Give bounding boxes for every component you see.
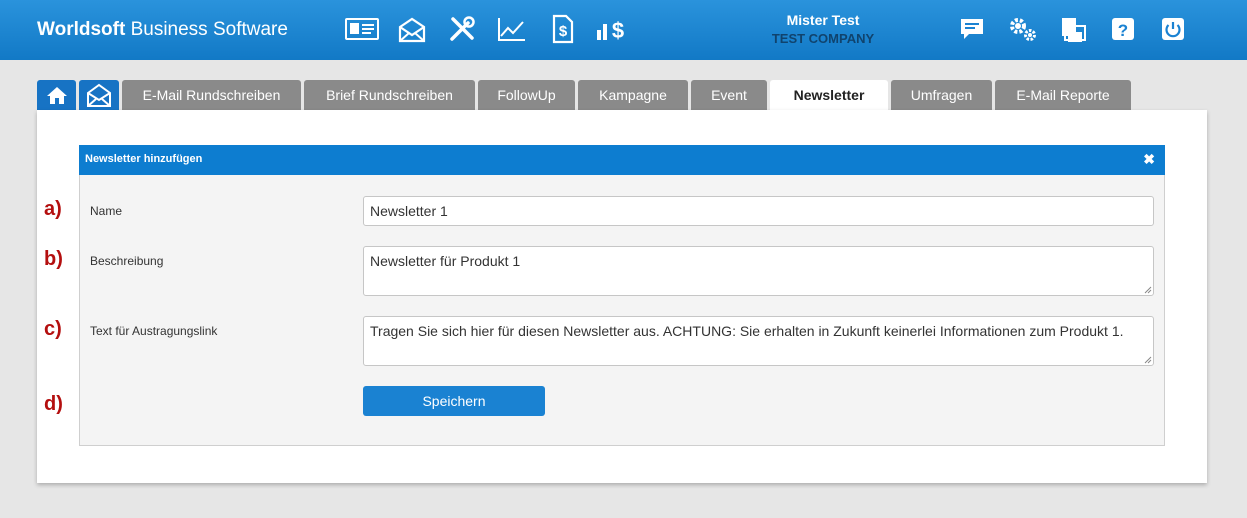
chart-icon[interactable]	[495, 14, 529, 44]
company-name: TEST COMPANY	[771, 31, 875, 46]
marker-a: a)	[44, 198, 62, 220]
save-button[interactable]: Speichern	[363, 386, 545, 416]
tab-event[interactable]: Event	[691, 80, 767, 110]
tab-mail[interactable]	[79, 80, 119, 110]
close-icon[interactable]: ✖	[1143, 151, 1155, 168]
app-brand: Worldsoft Business Software	[37, 19, 288, 41]
tab-umfragen[interactable]: Umfragen	[891, 80, 992, 110]
tab-kampagne[interactable]: Kampagne	[578, 80, 688, 110]
marker-d: d)	[44, 393, 63, 415]
brand-rest: Business Software	[125, 19, 288, 40]
user-name: Mister Test	[786, 12, 860, 28]
description-field[interactable]: Newsletter für Produkt 1	[363, 246, 1154, 296]
tab-newsletter[interactable]: Newsletter	[770, 80, 888, 110]
power-icon[interactable]	[1156, 14, 1190, 44]
messages-icon[interactable]	[955, 14, 989, 44]
user-info: Mister Test TEST COMPANY	[740, 12, 906, 46]
tab-email-reporte[interactable]: E-Mail Reporte	[995, 80, 1131, 110]
tools-icon[interactable]	[445, 14, 479, 44]
unsubscribe-text-field[interactable]: Tragen Sie sich hier für diesen Newslett…	[363, 316, 1154, 366]
dialog-header: Newsletter hinzufügen ✖	[79, 145, 1165, 175]
help-icon[interactable]: ?	[1106, 14, 1140, 44]
tab-bar: E-Mail Rundschreiben Brief Rundschreiben…	[0, 80, 1247, 110]
name-field[interactable]	[363, 196, 1154, 226]
contact-card-icon[interactable]	[345, 14, 379, 44]
unsubscribe-text-label: Text für Austragungslink	[90, 324, 218, 338]
top-bar: Worldsoft Business Software $ $ Mister T…	[0, 0, 1247, 60]
mail-icon	[87, 83, 111, 107]
invoice-icon[interactable]: $	[545, 14, 579, 44]
tab-followup[interactable]: FollowUp	[478, 80, 575, 110]
tab-home[interactable]	[37, 80, 76, 110]
home-icon	[46, 87, 67, 104]
marker-c: c)	[44, 318, 62, 340]
svg-text:$: $	[559, 23, 568, 40]
svg-text:$: $	[612, 18, 624, 42]
svg-text:?: ?	[1118, 21, 1128, 40]
marker-b: b)	[44, 248, 63, 270]
printer-icon[interactable]	[1056, 14, 1090, 44]
name-label: Name	[90, 204, 123, 218]
tab-brief-rundschreiben[interactable]: Brief Rundschreiben	[304, 80, 475, 110]
tab-email-rundschreiben[interactable]: E-Mail Rundschreiben	[122, 80, 301, 110]
description-label: Beschreibung	[90, 254, 164, 268]
brand-bold: Worldsoft	[37, 19, 126, 40]
mail-settings-icon[interactable]	[395, 14, 429, 44]
settings-icon[interactable]	[1006, 14, 1040, 44]
finance-icon[interactable]: $	[595, 14, 629, 44]
dialog-title: Newsletter hinzufügen	[85, 153, 203, 165]
